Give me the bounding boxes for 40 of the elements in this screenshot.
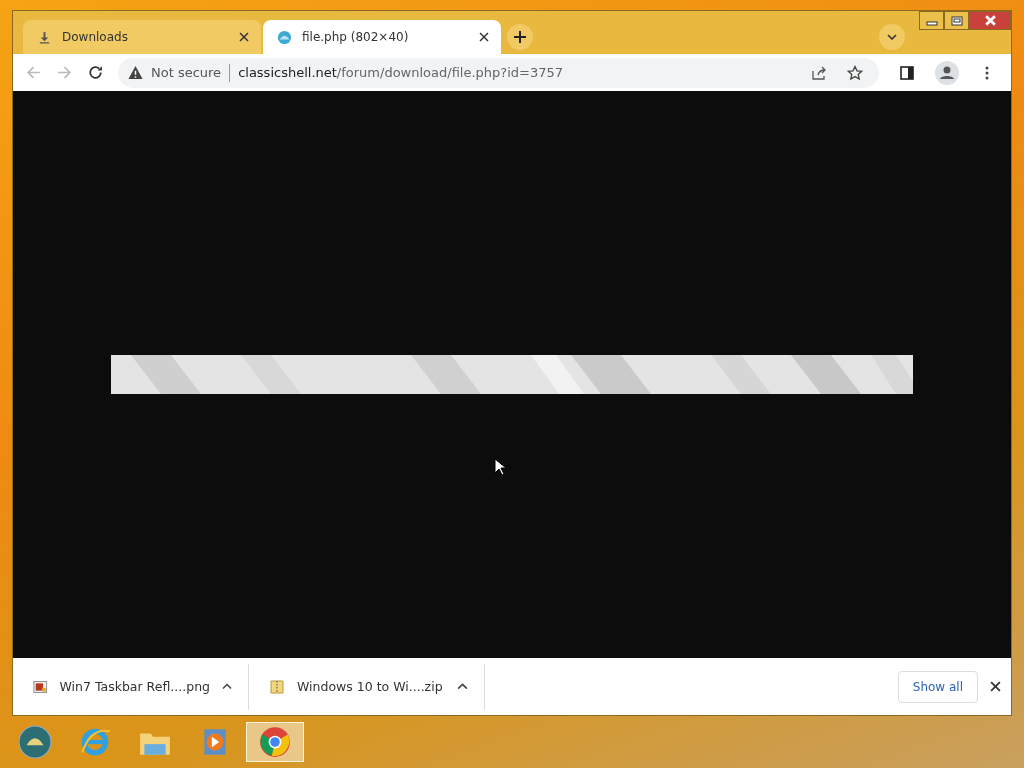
minimize-button[interactable] (919, 11, 944, 30)
close-icon (983, 15, 997, 26)
tab-search-button[interactable] (879, 24, 905, 50)
share-icon[interactable] (811, 64, 827, 81)
taskbar-button[interactable] (246, 722, 304, 762)
warning-icon (128, 65, 143, 80)
browser-tab[interactable]: Downloads (23, 20, 261, 54)
maximize-button[interactable] (944, 11, 969, 30)
close-button[interactable] (969, 11, 1011, 30)
show-all-button[interactable]: Show all (897, 670, 978, 703)
tab-title: file.php (802×40) (302, 30, 410, 44)
shell-icon (18, 725, 52, 759)
download-item[interactable]: Windows 10 to Wi....zip (249, 663, 485, 710)
image-file-icon (33, 678, 48, 695)
profile-icon[interactable] (935, 60, 959, 85)
close-icon[interactable] (479, 32, 489, 42)
zip-file-icon (269, 678, 285, 695)
chevron-down-icon (887, 34, 897, 40)
new-tab-button[interactable] (507, 24, 533, 50)
plus-icon (514, 31, 526, 43)
star-icon[interactable] (847, 64, 863, 81)
browser-tab[interactable]: file.php (802×40) (263, 20, 501, 54)
download-name: Windows 10 to Wi....zip (297, 679, 444, 694)
download-name: Win7 Taskbar Refl....png (59, 679, 210, 694)
chevron-up-icon[interactable] (222, 683, 232, 690)
cursor-icon (494, 458, 506, 476)
url-text: classicshell.net/forum/download/file.php?id=3757 (238, 65, 564, 80)
side-panel-icon[interactable] (899, 64, 915, 81)
tab-title: Downloads (62, 30, 129, 44)
reload-icon[interactable] (87, 64, 104, 81)
close-icon[interactable] (239, 32, 249, 42)
shell-icon (277, 29, 292, 45)
maximize-icon (950, 15, 963, 26)
download-item[interactable]: Win7 Taskbar Refl....png (13, 663, 249, 710)
security-label: Not secure (151, 65, 222, 80)
address-bar[interactable]: Not secure classicshell.net/forum/download/file.php?id=3757 (118, 57, 879, 88)
chevron-up-icon[interactable] (457, 683, 468, 690)
close-icon[interactable] (990, 681, 1001, 692)
download-icon (37, 29, 52, 45)
chrome-icon (258, 725, 292, 759)
